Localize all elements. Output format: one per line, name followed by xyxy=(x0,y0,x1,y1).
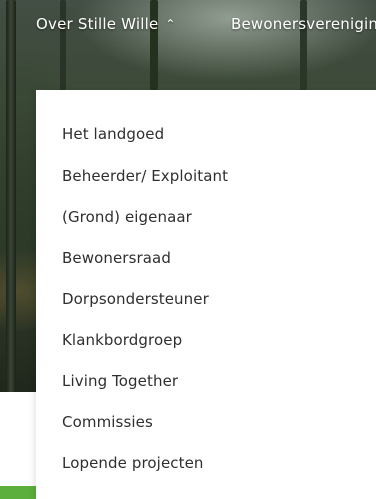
menu-item-klankbordgroep[interactable]: Klankbordgroep xyxy=(62,331,182,349)
dropdown-menu: Het landgoed Beheerder/ Exploitant (Gron… xyxy=(36,90,376,499)
chevron-up-icon: ⌃ xyxy=(165,17,176,31)
green-accent-bar xyxy=(0,486,36,499)
menu-item-living-together[interactable]: Living Together xyxy=(62,372,178,390)
menu-item-het-landgoed[interactable]: Het landgoed xyxy=(62,125,164,143)
menu-item-grond-eigenaar[interactable]: (Grond) eigenaar xyxy=(62,208,192,226)
menu-item-beheerder-exploitant[interactable]: Beheerder/ Exploitant xyxy=(62,167,228,185)
menu-item-lopende-projecten[interactable]: Lopende projecten xyxy=(62,454,204,472)
top-navigation: Over Stille Wille ⌃ Bewonersvereniging xyxy=(0,0,376,46)
nav-item-label: Bewonersvereniging xyxy=(231,15,376,33)
tree-trunk xyxy=(6,0,16,392)
nav-item-bewonersvereniging[interactable]: Bewonersvereniging xyxy=(231,15,376,33)
menu-item-commissies[interactable]: Commissies xyxy=(62,413,153,431)
nav-item-label: Over Stille Wille xyxy=(36,15,159,33)
menu-item-bewonersraad[interactable]: Bewonersraad xyxy=(62,249,171,267)
nav-item-over-stille-wille[interactable]: Over Stille Wille ⌃ xyxy=(36,15,176,33)
menu-item-dorpsondersteuner[interactable]: Dorpsondersteuner xyxy=(62,290,209,308)
page-gutter xyxy=(0,392,36,486)
